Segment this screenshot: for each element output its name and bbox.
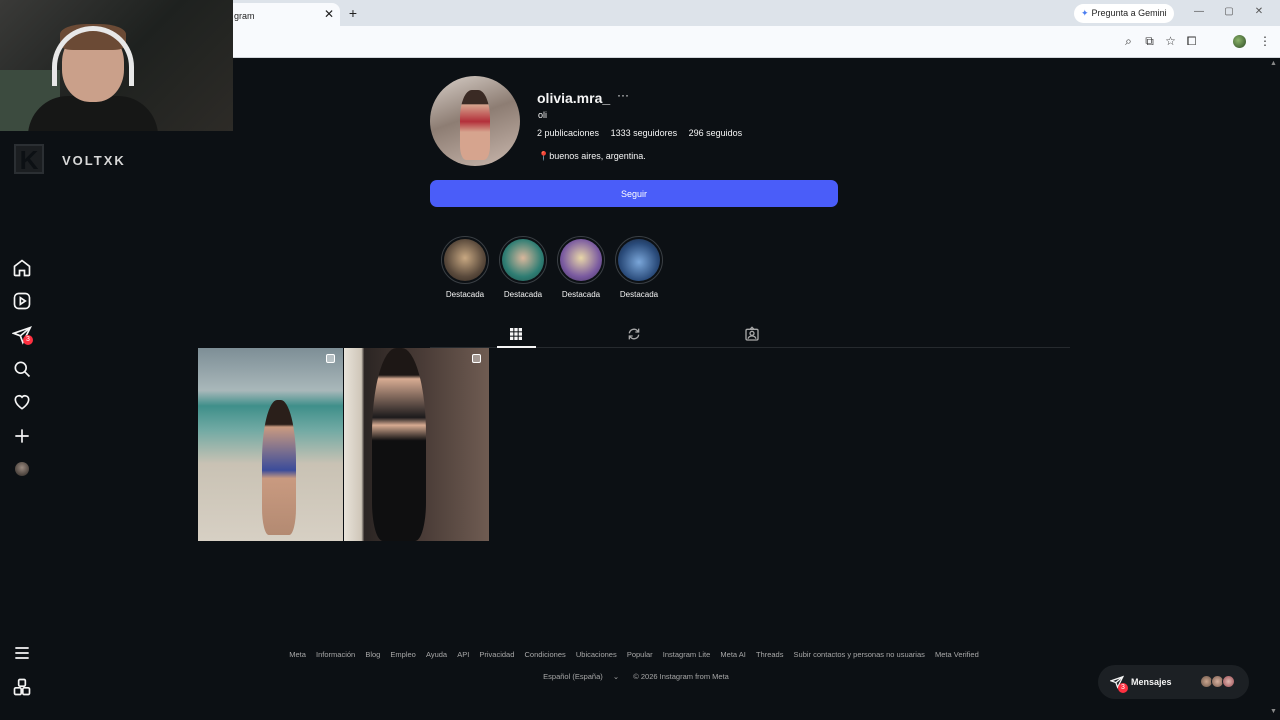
- posts-count: 2 publicaciones: [537, 128, 600, 138]
- search-icon[interactable]: [12, 359, 32, 379]
- more-options-icon[interactable]: ···: [617, 88, 629, 102]
- gemini-label: Pregunta a Gemini: [1091, 8, 1167, 18]
- maximize-button[interactable]: ▢: [1214, 6, 1244, 17]
- active-tab-indicator: [497, 346, 536, 348]
- highlight-cover: [502, 239, 544, 281]
- scroll-down-icon[interactable]: ▼: [1270, 708, 1277, 715]
- close-window-button[interactable]: ✕: [1244, 6, 1274, 17]
- post-thumbnail[interactable]: [344, 348, 489, 541]
- location-pin-icon: 📍: [538, 151, 550, 161]
- footer-link[interactable]: Threads: [756, 650, 784, 659]
- browser-tab-title: gram: [234, 11, 255, 21]
- highlight-ring: [557, 236, 605, 284]
- new-tab-button[interactable]: +: [346, 5, 360, 21]
- conversation-avatar: [1222, 675, 1235, 688]
- heart-icon[interactable]: [12, 392, 32, 412]
- profile-avatar[interactable]: [15, 462, 29, 476]
- highlight-ring: [615, 236, 663, 284]
- follow-button[interactable]: Seguir: [430, 180, 838, 207]
- messages-badge: 3: [1118, 683, 1128, 693]
- browser-tab[interactable]: gram ✕: [226, 3, 340, 26]
- chevron-down-icon: ⌄: [612, 672, 620, 681]
- profile-full-name: oli: [538, 110, 548, 120]
- gemini-button[interactable]: ✦ Pregunta a Gemini: [1074, 4, 1174, 23]
- minimize-button[interactable]: —: [1184, 6, 1214, 17]
- post-figure: [262, 400, 296, 535]
- followers-count[interactable]: 1333 seguidores: [611, 128, 678, 138]
- zoom-icon[interactable]: ⌕: [1118, 34, 1139, 49]
- tab-close-icon[interactable]: ✕: [324, 7, 334, 21]
- bookmark-star-icon[interactable]: ☆: [1160, 34, 1181, 48]
- messages-pill[interactable]: 3 Mensajes: [1098, 665, 1249, 699]
- highlight-item[interactable]: Destacada: [498, 236, 548, 299]
- carousel-icon: [472, 354, 481, 363]
- messages-label: Mensajes: [1131, 677, 1172, 687]
- footer-link[interactable]: Meta AI: [720, 650, 745, 659]
- webcam-overlay: [0, 0, 233, 131]
- footer-bottom: Español (España) ⌄ © 2026 Instagram from…: [0, 672, 1268, 681]
- footer-link[interactable]: Instagram Lite: [663, 650, 711, 659]
- footer-link[interactable]: Meta Verified: [935, 650, 979, 659]
- highlight-item[interactable]: Destacada: [614, 236, 664, 299]
- following-count[interactable]: 296 seguidos: [689, 128, 743, 138]
- highlight-label: Destacada: [445, 290, 485, 299]
- post-figure: [372, 348, 426, 541]
- highlight-cover: [444, 239, 486, 281]
- gemini-spark-icon: ✦: [1081, 8, 1089, 18]
- highlight-label: Destacada: [561, 290, 601, 299]
- cast-icon[interactable]: ⧉: [1139, 34, 1160, 49]
- footer-link[interactable]: Ubicaciones: [576, 650, 617, 659]
- language-label: Español (España): [543, 672, 603, 681]
- repost-icon[interactable]: [626, 326, 642, 342]
- highlight-cover: [560, 239, 602, 281]
- footer-link[interactable]: Subir contactos y personas no usuarias: [794, 650, 925, 659]
- brand-logo: K: [14, 144, 44, 174]
- home-icon[interactable]: [12, 258, 32, 278]
- tagged-icon[interactable]: [744, 326, 760, 342]
- footer-link[interactable]: Blog: [365, 650, 380, 659]
- footer-link[interactable]: Información: [316, 650, 355, 659]
- footer-link[interactable]: Empleo: [390, 650, 415, 659]
- browser-profile-avatar[interactable]: [1233, 35, 1246, 48]
- footer-link[interactable]: API: [457, 650, 469, 659]
- carousel-icon: [326, 354, 335, 363]
- reels-icon[interactable]: [12, 291, 32, 311]
- profile-location: 📍buenos aires, argentina.: [538, 151, 646, 162]
- plus-icon[interactable]: [12, 426, 32, 446]
- highlight-cover: [618, 239, 660, 281]
- highlight-label: Destacada: [503, 290, 543, 299]
- highlight-item[interactable]: Destacada: [440, 236, 490, 299]
- profile-stats: 2 publicaciones 1333 seguidores 296 segu…: [537, 128, 751, 138]
- window-controls: — ▢ ✕: [1184, 6, 1274, 17]
- profile-photo[interactable]: [430, 76, 520, 166]
- footer-link[interactable]: Condiciones: [525, 650, 566, 659]
- browser-menu-icon[interactable]: ⋮: [1259, 34, 1271, 48]
- highlight-ring: [499, 236, 547, 284]
- scroll-up-icon[interactable]: ▲: [1270, 60, 1277, 67]
- footer-links: Meta Información Blog Empleo Ayuda API P…: [0, 650, 1268, 659]
- post-thumbnail[interactable]: [198, 348, 343, 541]
- profile-username: olivia.mra_: [537, 90, 611, 106]
- highlight-item[interactable]: Destacada: [556, 236, 606, 299]
- highlight-label: Destacada: [619, 290, 659, 299]
- extensions-icon[interactable]: ⧠: [1181, 34, 1202, 49]
- profile-photo-figure: [460, 90, 490, 160]
- grid-icon[interactable]: [508, 326, 524, 342]
- copyright: © 2026 Instagram from Meta: [633, 672, 729, 681]
- location-text: buenos aires, argentina.: [549, 151, 646, 161]
- footer-link[interactable]: Meta: [289, 650, 306, 659]
- brand-name: VOLTXK: [62, 153, 126, 168]
- toolbar-icons: ⌕ ⧉ ☆ ⧠: [1118, 34, 1202, 49]
- footer-link[interactable]: Privacidad: [479, 650, 514, 659]
- footer-link[interactable]: Ayuda: [426, 650, 447, 659]
- language-selector[interactable]: Español (España) ⌄: [539, 672, 623, 681]
- scrollbar[interactable]: [1268, 58, 1280, 720]
- highlight-ring: [441, 236, 489, 284]
- messages-badge: 3: [23, 335, 33, 345]
- footer-link[interactable]: Popular: [627, 650, 653, 659]
